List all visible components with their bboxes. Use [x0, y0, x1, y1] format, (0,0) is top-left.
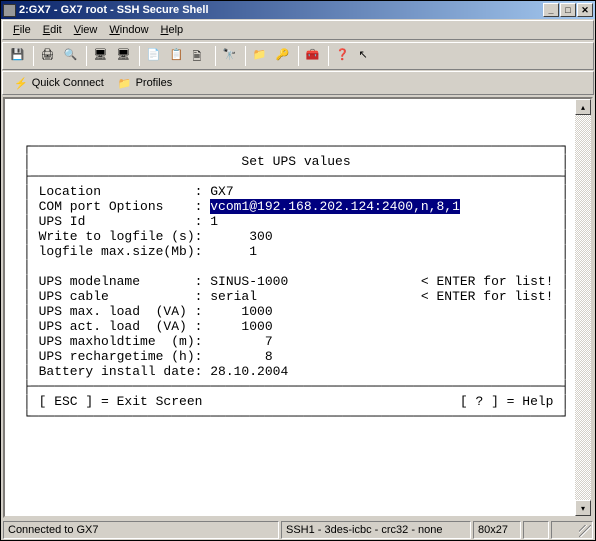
scroll-up-button[interactable]: ▴ [575, 99, 591, 115]
terminal[interactable]: ┌───────────────────────────────────────… [5, 99, 575, 516]
toolbar-sep [298, 46, 299, 66]
content-area: ┌───────────────────────────────────────… [3, 97, 593, 518]
help-button[interactable]: ❓ [332, 45, 355, 67]
menu-view[interactable]: View [68, 23, 104, 37]
new-button[interactable]: 🗎 [189, 45, 212, 67]
profiles-icon: 📁 [118, 77, 132, 90]
save-button[interactable]: 💾 [7, 45, 30, 67]
disconnect-button[interactable]: 🖥 [113, 45, 136, 67]
copy-button[interactable]: 📄 [143, 45, 166, 67]
pointer-help-icon: ↖ [359, 48, 375, 64]
help-icon: ❓ [336, 48, 352, 64]
print-preview-button[interactable]: 🔍 [60, 45, 83, 67]
menu-file[interactable]: File [7, 23, 37, 37]
key-button[interactable]: 🔑 [272, 45, 295, 67]
scroll-down-button[interactable]: ▾ [575, 500, 591, 516]
menu-window[interactable]: Window [103, 23, 154, 37]
menubar: File Edit View Window Help [2, 20, 594, 40]
toolbar-sep [215, 46, 216, 66]
profiles-label: Profiles [136, 77, 173, 89]
toolbar-sep [328, 46, 329, 66]
quick-connect-button[interactable]: ⚡ Quick Connect [7, 74, 111, 93]
quick-connect-icon: ⚡ [14, 77, 28, 90]
maximize-button[interactable]: □ [560, 3, 576, 17]
save-icon: 💾 [11, 48, 27, 64]
toolbar-sep [245, 46, 246, 66]
key-icon: 🔑 [276, 48, 292, 64]
find-icon: 🔭 [223, 48, 239, 64]
context-help-button[interactable]: ↖ [355, 45, 378, 67]
new-icon: 🗎 [193, 48, 209, 64]
profiles-button[interactable]: 📁 Profiles [111, 74, 179, 93]
terminal-disconnect-icon: 🖥 [117, 48, 133, 64]
status-bar: Connected to GX7 SSH1 - 3des-icbc - crc3… [1, 520, 595, 540]
minimize-button[interactable]: _ [543, 3, 559, 17]
folder-icon: 📁 [253, 48, 269, 64]
find-button[interactable]: 🔭 [219, 45, 242, 67]
status-protocol: SSH1 - 3des-icbc - crc32 - none [281, 521, 471, 539]
print-button[interactable]: 🖨 [37, 45, 60, 67]
resize-grip[interactable] [579, 525, 591, 537]
menu-edit[interactable]: Edit [37, 23, 68, 37]
close-button[interactable]: ✕ [577, 3, 593, 17]
quick-connect-label: Quick Connect [32, 77, 104, 89]
settings-icon: 🧰 [306, 48, 322, 64]
settings-button[interactable]: 🧰 [302, 45, 325, 67]
toolbar-sep [86, 46, 87, 66]
terminal-icon: 🖥 [94, 48, 110, 64]
preview-icon: 🔍 [64, 48, 80, 64]
toolbar-sep [33, 46, 34, 66]
status-size: 80x27 [473, 521, 521, 539]
connection-bar: ⚡ Quick Connect 📁 Profiles [2, 71, 594, 95]
window-title: 2:GX7 - GX7 root - SSH Secure Shell [19, 4, 543, 16]
vertical-scrollbar[interactable]: ▴ ▾ [575, 99, 591, 516]
toolbar: 💾 🖨 🔍 🖥 🖥 📄 📋 🗎 🔭 📁 🔑 🧰 ❓ ↖ [2, 42, 594, 70]
status-connection: Connected to GX7 [3, 521, 279, 539]
status-empty1 [523, 521, 549, 539]
print-icon: 🖨 [41, 48, 57, 64]
menu-help[interactable]: Help [155, 23, 190, 37]
status-empty2 [551, 521, 593, 539]
toolbar-sep [139, 46, 140, 66]
paste-button[interactable]: 📋 [166, 45, 189, 67]
new-terminal-button[interactable]: 🖥 [90, 45, 113, 67]
app-icon [3, 4, 16, 17]
copy-icon: 📄 [147, 48, 163, 64]
paste-icon: 📋 [170, 48, 186, 64]
titlebar: 2:GX7 - GX7 root - SSH Secure Shell _ □ … [1, 1, 595, 19]
folder-button[interactable]: 📁 [249, 45, 272, 67]
app-window: 2:GX7 - GX7 root - SSH Secure Shell _ □ … [0, 0, 596, 541]
scroll-track[interactable] [575, 115, 591, 500]
